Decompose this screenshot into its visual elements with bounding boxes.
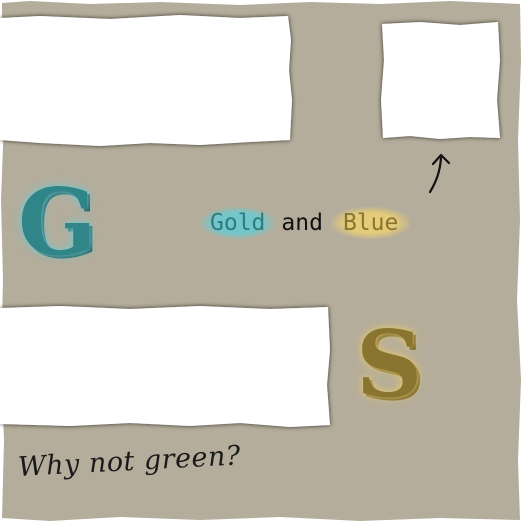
hole-middle-left (0, 306, 330, 427)
hole-top-right (381, 22, 500, 139)
letter-s: S (356, 310, 423, 418)
phrase: Gold and Blue (200, 206, 411, 240)
word-gold: Gold (200, 207, 276, 239)
puzzle-canvas: G S Gold and Blue Why not green? (0, 0, 522, 522)
word-blue: Blue (330, 207, 411, 239)
letter-g: G (18, 168, 97, 276)
hole-top-left (0, 15, 292, 146)
word-and: and (281, 210, 323, 236)
